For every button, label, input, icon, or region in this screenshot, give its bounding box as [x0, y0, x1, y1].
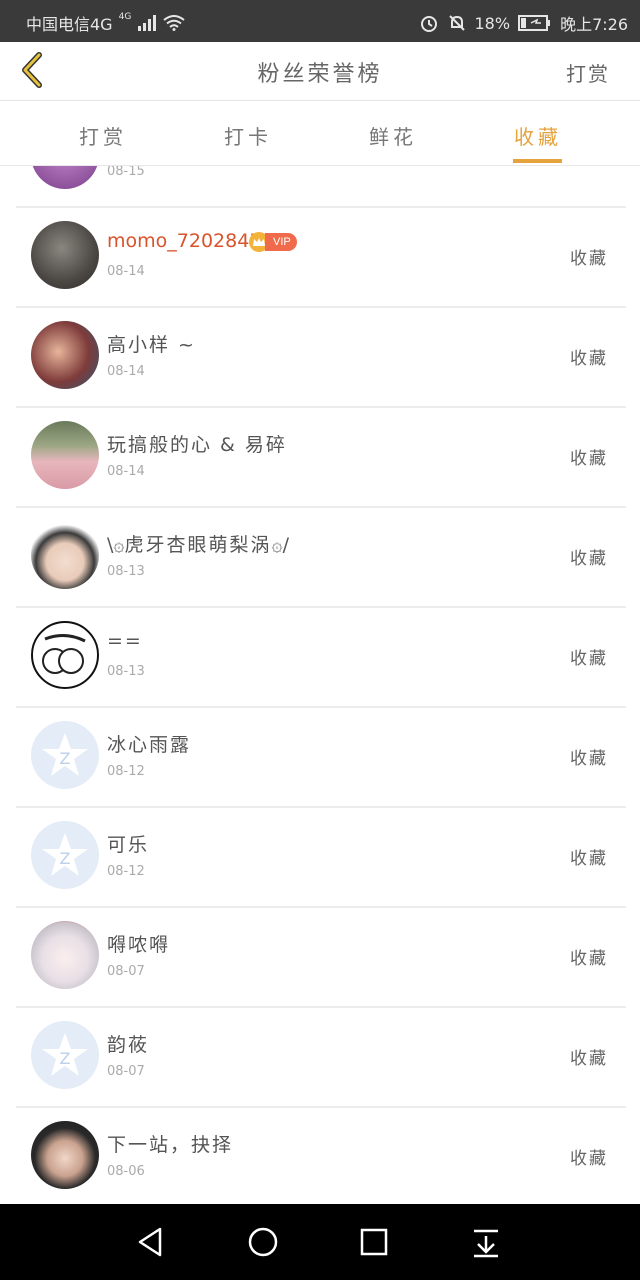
notifications-down-icon — [474, 1229, 498, 1258]
item-date: 08-12 — [107, 864, 145, 879]
item-date: 08-14 — [107, 264, 145, 279]
active-tab-indicator — [513, 159, 562, 163]
mute-bell-icon — [447, 13, 467, 33]
page-title: 粉丝荣誉榜 — [257, 62, 383, 87]
nav-recents-button[interactable] — [354, 1222, 394, 1262]
home-circle-icon — [248, 1227, 278, 1257]
vip-label: VIP — [265, 233, 297, 251]
clock: 晚上7:26 — [560, 15, 628, 34]
list-item[interactable]: Z 可乐 08-12 收藏 — [16, 806, 626, 908]
item-action: 收藏 — [570, 449, 608, 469]
qzone-star-icon: Z — [42, 833, 88, 876]
wifi-icon — [163, 15, 185, 31]
avatar[interactable] — [31, 921, 99, 989]
system-nav-bar — [0, 1204, 640, 1280]
back-triangle-icon — [138, 1227, 162, 1257]
avatar[interactable] — [31, 221, 99, 289]
list-item[interactable]: 下一站，抉择 08-06 收藏 — [16, 1106, 626, 1204]
avatar[interactable]: Z — [31, 1021, 99, 1089]
list-item[interactable]: == 08-13 收藏 — [16, 606, 626, 708]
item-date: 08-06 — [107, 1164, 145, 1179]
list-item[interactable]: \۞虎牙杏眼萌梨涡۞/ 08-13 收藏 — [16, 506, 626, 608]
item-date: 08-13 — [107, 564, 145, 579]
fan-list[interactable]: 08-15 momo_720284547 VIP 08-14 收藏 高小样 ~ … — [0, 166, 640, 1204]
list-item[interactable]: 玩搞般的心 & 易碎 08-14 收藏 — [16, 406, 626, 508]
qzone-star-icon: Z — [42, 733, 88, 776]
list-item[interactable]: Z 韵莜 08-07 收藏 — [16, 1006, 626, 1108]
recents-square-icon — [360, 1228, 388, 1256]
carrier-label: 中国电信4G — [26, 15, 113, 34]
battery-percent: 18% — [474, 13, 511, 33]
avatar[interactable]: Z — [31, 821, 99, 889]
item-date: 08-13 — [107, 664, 145, 679]
nav-bar: 粉丝荣誉榜 打赏 — [0, 42, 640, 101]
item-name: 冰心雨露 — [107, 734, 192, 756]
status-left: 中国电信4G 4G — [26, 11, 185, 35]
status-right: 18% 晚上7:26 — [419, 11, 628, 35]
tab-checkin[interactable]: 打卡 — [188, 121, 308, 150]
qzone-star-icon: Z — [42, 1033, 88, 1076]
tip-button[interactable]: 打赏 — [566, 58, 610, 87]
item-name: 下一站，抉择 — [107, 1134, 234, 1156]
list-item[interactable]: momo_720284547 VIP 08-14 收藏 — [16, 206, 626, 308]
item-name: == — [107, 630, 143, 652]
nav-back-button[interactable] — [131, 1222, 171, 1262]
list-item[interactable]: 08-15 — [16, 166, 626, 208]
avatar[interactable] — [31, 166, 99, 189]
item-name: 嘚哝嘚 — [107, 934, 171, 956]
item-action: 收藏 — [570, 649, 608, 669]
status-bar: 中国电信4G 4G 18% 晚上7:26 — [0, 0, 640, 42]
battery-icon — [518, 15, 552, 31]
tab-bar: 打赏 打卡 鲜花 收藏 — [0, 101, 640, 166]
item-action: 收藏 — [570, 549, 608, 569]
vip-badge: VIP — [249, 232, 297, 252]
tab-favorites[interactable]: 收藏 — [478, 121, 598, 150]
avatar[interactable] — [31, 421, 99, 489]
nav-home-button[interactable] — [243, 1222, 283, 1262]
item-name: 韵莜 — [107, 1034, 150, 1056]
svg-text:Z: Z — [60, 749, 71, 768]
avatar[interactable] — [31, 521, 99, 589]
list-item[interactable]: 高小样 ~ 08-14 收藏 — [16, 306, 626, 408]
item-action: 收藏 — [570, 1149, 608, 1169]
tab-flowers[interactable]: 鲜花 — [333, 121, 453, 150]
item-date: 08-07 — [107, 1064, 145, 1079]
item-name: 玩搞般的心 & 易碎 — [107, 434, 287, 456]
avatar[interactable] — [31, 621, 99, 689]
item-date: 08-14 — [107, 464, 145, 479]
item-action: 收藏 — [570, 349, 608, 369]
item-action: 收藏 — [570, 849, 608, 869]
list-item[interactable]: 嘚哝嘚 08-07 收藏 — [16, 906, 626, 1008]
item-action: 收藏 — [570, 949, 608, 969]
item-date: 08-12 — [107, 764, 145, 779]
signal-icon — [137, 15, 157, 31]
item-action: 收藏 — [570, 249, 608, 269]
item-action: 收藏 — [570, 1049, 608, 1069]
item-name: 高小样 ~ — [107, 334, 196, 356]
svg-text:Z: Z — [60, 849, 71, 868]
svg-text:Z: Z — [60, 1049, 71, 1068]
list-item[interactable]: Z 冰心雨露 08-12 收藏 — [16, 706, 626, 808]
alarm-icon — [419, 13, 439, 33]
network-type: 4G — [118, 12, 132, 22]
item-date: 08-15 — [107, 166, 145, 179]
item-name: \۞虎牙杏眼萌梨涡۞/ — [107, 534, 290, 556]
item-date: 08-07 — [107, 964, 145, 979]
item-action: 收藏 — [570, 749, 608, 769]
item-date: 08-14 — [107, 364, 145, 379]
tab-tip[interactable]: 打赏 — [43, 121, 163, 150]
item-name: 可乐 — [107, 834, 150, 856]
nav-notifications-button[interactable] — [466, 1222, 506, 1262]
avatar[interactable] — [31, 1121, 99, 1189]
avatar[interactable]: Z — [31, 721, 99, 789]
avatar[interactable] — [31, 321, 99, 389]
